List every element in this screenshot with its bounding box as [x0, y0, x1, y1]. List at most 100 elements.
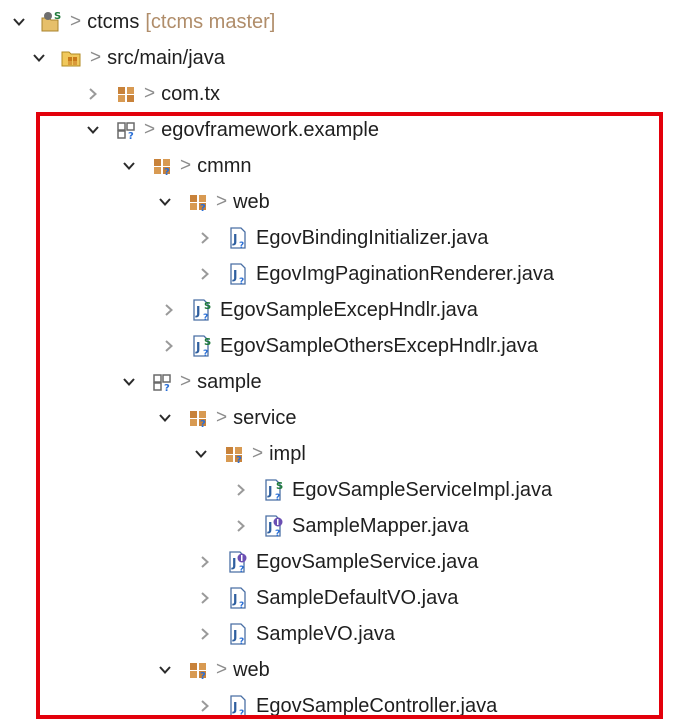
chevron-right-icon[interactable] — [194, 587, 216, 609]
tree-item-label: EgovSampleController.java — [256, 694, 498, 717]
chevron-right-icon[interactable] — [194, 551, 216, 573]
tree-item-label: web — [233, 190, 270, 213]
chevron-right-icon[interactable] — [194, 695, 216, 717]
tree-item-label: EgovImgPaginationRenderer.java — [256, 262, 554, 285]
svg-text:?: ? — [236, 455, 242, 466]
tree-item-label: SampleMapper.java — [292, 514, 469, 537]
tree-item-src-main-java[interactable]: > src/main/java — [0, 40, 679, 76]
gt-marker: > — [252, 443, 264, 464]
chevron-right-icon[interactable] — [158, 335, 180, 357]
svg-text:?: ? — [128, 131, 134, 142]
svg-text:?: ? — [164, 383, 170, 394]
java-file-icon: J? — [226, 226, 250, 250]
chevron-right-icon[interactable] — [194, 623, 216, 645]
svg-text:J: J — [232, 232, 237, 246]
chevron-down-icon[interactable] — [118, 155, 140, 177]
chevron-right-icon[interactable] — [194, 227, 216, 249]
tree-item-label: EgovBindingInitializer.java — [256, 226, 489, 249]
tree-item-label: SampleDefaultVO.java — [256, 586, 459, 609]
tree-item-label: sample — [197, 370, 262, 393]
svg-text:?: ? — [203, 349, 208, 358]
tree-item-sample[interactable]: ? > sample — [0, 364, 679, 400]
gt-marker: > — [180, 371, 192, 392]
java-service-file-icon: J S? — [190, 298, 214, 322]
chevron-down-icon[interactable] — [28, 47, 50, 69]
chevron-down-icon[interactable] — [154, 659, 176, 681]
java-file-icon: J? — [226, 694, 250, 718]
tree-item-sample-mapper[interactable]: J I? SampleMapper.java — [0, 508, 679, 544]
tree-item-egov-sample-service[interactable]: J I? EgovSampleService.java — [0, 544, 679, 580]
svg-text:?: ? — [239, 709, 244, 718]
chevron-down-icon[interactable] — [154, 407, 176, 429]
gt-marker: > — [144, 119, 156, 140]
tree-item-egov-sample-others-excep-hndlr[interactable]: J S? EgovSampleOthersExcepHndlr.java — [0, 328, 679, 364]
svg-text:?: ? — [164, 167, 170, 178]
java-service-file-icon: J S? — [262, 478, 286, 502]
chevron-right-icon[interactable] — [230, 515, 252, 537]
tree-item-impl[interactable]: ? > impl — [0, 436, 679, 472]
git-branch-decoration: [ctcms master] — [145, 10, 276, 33]
package-icon: ? — [150, 154, 174, 178]
tree-item-label: com.tx — [161, 82, 221, 105]
chevron-down-icon[interactable] — [82, 119, 104, 141]
project-icon: S — [40, 10, 64, 34]
tree-item-egov-sample-service-impl[interactable]: J S? EgovSampleServiceImpl.java — [0, 472, 679, 508]
svg-text:S: S — [204, 337, 211, 348]
chevron-down-icon[interactable] — [154, 191, 176, 213]
gt-marker: > — [90, 47, 102, 68]
tree-item-com-tx[interactable]: > com.tx — [0, 76, 679, 112]
tree-item-label: egovframework.example — [161, 118, 379, 141]
chevron-right-icon[interactable] — [82, 83, 104, 105]
gt-marker: > — [144, 83, 156, 104]
tree-item-sample-vo[interactable]: J? SampleVO.java — [0, 616, 679, 652]
tree-item-label: EgovSampleExcepHndlr.java — [220, 298, 478, 321]
chevron-down-icon[interactable] — [190, 443, 212, 465]
svg-text:?: ? — [239, 277, 244, 286]
java-service-file-icon: J S? — [190, 334, 214, 358]
svg-text:?: ? — [239, 241, 244, 250]
svg-text:?: ? — [275, 529, 280, 538]
svg-text:J: J — [267, 484, 272, 498]
chevron-right-icon[interactable] — [194, 263, 216, 285]
tree-item-egov-sample-controller[interactable]: J? EgovSampleController.java — [0, 688, 679, 724]
tree-item-sample-default-vo[interactable]: J? SampleDefaultVO.java — [0, 580, 679, 616]
java-file-icon: J? — [226, 622, 250, 646]
chevron-down-icon[interactable] — [8, 11, 30, 33]
svg-text:?: ? — [239, 637, 244, 646]
tree-item-egovframework-example[interactable]: ? > egovframework.example — [0, 112, 679, 148]
gt-marker: > — [216, 659, 228, 680]
svg-text:?: ? — [275, 493, 280, 502]
java-file-icon: J? — [226, 586, 250, 610]
tree-item-egov-sample-excep-hndlr[interactable]: J S? EgovSampleExcepHndlr.java — [0, 292, 679, 328]
empty-package-icon: ? — [114, 118, 138, 142]
package-icon: ? — [222, 442, 246, 466]
tree-item-egov-binding-initializer[interactable]: J? EgovBindingInitializer.java — [0, 220, 679, 256]
tree-item-sample-web[interactable]: ? > web — [0, 652, 679, 688]
tree-item-label: EgovSampleOthersExcepHndlr.java — [220, 334, 538, 357]
package-icon: ? — [186, 406, 210, 430]
package-explorer-tree: S > ctcms [ctcms master] > src/main/java… — [0, 0, 679, 723]
tree-item-cmmn[interactable]: ? > cmmn — [0, 148, 679, 184]
svg-text:J: J — [232, 628, 237, 642]
tree-item-service[interactable]: ? > service — [0, 400, 679, 436]
tree-item-egov-img-pagination-renderer[interactable]: J? EgovImgPaginationRenderer.java — [0, 256, 679, 292]
tree-item-ctcms[interactable]: S > ctcms [ctcms master] — [0, 4, 679, 40]
chevron-down-icon[interactable] — [118, 371, 140, 393]
svg-text:J: J — [267, 520, 272, 534]
java-interface-file-icon: J I? — [226, 550, 250, 574]
package-icon: ? — [186, 658, 210, 682]
tree-item-label: EgovSampleService.java — [256, 550, 479, 573]
svg-text:I: I — [240, 554, 243, 563]
package-icon — [114, 82, 138, 106]
tree-item-label: service — [233, 406, 297, 429]
chevron-right-icon[interactable] — [158, 299, 180, 321]
tree-item-label: SampleVO.java — [256, 622, 395, 645]
java-interface-file-icon: J I? — [262, 514, 286, 538]
tree-item-cmmn-web[interactable]: ? > web — [0, 184, 679, 220]
tree-item-label: web — [233, 658, 270, 681]
chevron-right-icon[interactable] — [230, 479, 252, 501]
svg-text:?: ? — [239, 565, 244, 574]
svg-text:J: J — [232, 592, 237, 606]
gt-marker: > — [180, 155, 192, 176]
tree-item-label: ctcms — [87, 10, 140, 33]
